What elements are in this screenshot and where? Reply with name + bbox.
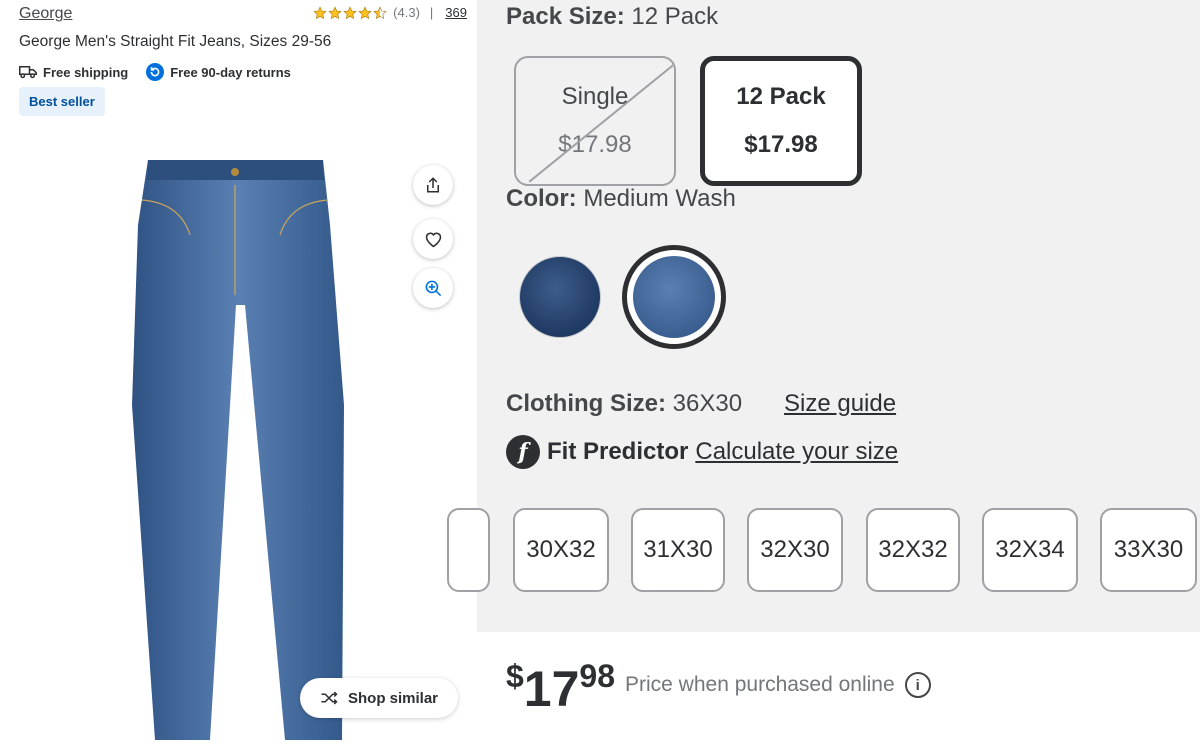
pack-size-heading: Pack Size: 12 Pack	[506, 3, 718, 31]
unavailable-strike	[528, 61, 674, 183]
benefit-label: Free shipping	[43, 64, 129, 80]
star-icon	[328, 5, 342, 19]
size-chip[interactable]: 33X30	[1100, 508, 1197, 592]
pack-size-label: Pack Size:	[506, 3, 625, 30]
returns-icon	[146, 63, 165, 81]
share-icon	[427, 177, 439, 193]
color-label: Color:	[506, 185, 577, 212]
clothing-size-heading: Clothing Size: 36X30	[506, 390, 742, 418]
heart-icon	[425, 232, 441, 247]
variant-selector-pane: Pack Size: 12 Pack Single $17.98 12 Pack…	[447, 0, 1200, 632]
color-value: Medium Wash	[583, 185, 736, 212]
size-chip[interactable]: 32X34	[982, 508, 1078, 592]
rating-separator: |	[429, 5, 434, 20]
size-chip[interactable]: 32X30	[747, 508, 843, 592]
fit-predictor-logo: f	[506, 435, 540, 469]
size-chip-label: 32X30	[760, 536, 830, 563]
benefits-row: Free shipping Free 90-day returns	[19, 63, 309, 81]
fit-predictor-title: Fit Predictor	[547, 438, 689, 465]
price-section: $ 17 98 Price when purchased online i	[477, 632, 1200, 744]
zoom-button[interactable]	[413, 268, 453, 308]
pack-option-price: $17.98	[744, 131, 818, 158]
size-chip[interactable]: 32X32	[866, 508, 960, 592]
clothing-size-label: Clothing Size:	[506, 390, 666, 417]
best-seller-badge: Best seller	[19, 87, 105, 116]
rating-stars	[313, 5, 387, 20]
product-page: George (4.3) | 369 George Men's Straight…	[0, 0, 1200, 744]
color-heading: Color: Medium Wash	[506, 185, 736, 213]
size-chip[interactable]: 31X30	[631, 508, 725, 592]
pack-size-value: 12 Pack	[631, 3, 719, 30]
pack-option-single[interactable]: Single $17.98	[514, 56, 676, 186]
pack-option-name: 12 Pack	[736, 83, 826, 110]
size-chip-label: 30X32	[526, 536, 596, 563]
benefit-free-returns: Free 90-day returns	[146, 63, 291, 81]
shop-similar-button[interactable]: Shop similar	[300, 678, 458, 718]
favorite-button[interactable]	[413, 219, 453, 259]
star-icon	[313, 5, 327, 19]
half-star-icon	[373, 5, 387, 19]
size-chip-label: 31X30	[643, 536, 713, 563]
brand-link[interactable]: George	[19, 5, 72, 23]
size-chip-label: 32X32	[878, 536, 948, 563]
price-note-text: Price when purchased online	[625, 673, 895, 696]
star-icon	[343, 5, 357, 19]
shuffle-icon	[321, 691, 338, 705]
size-chip[interactable]: 30X32	[513, 508, 609, 592]
price-currency: $	[506, 658, 524, 694]
shop-similar-label: Shop similar	[347, 689, 439, 707]
zoom-in-icon	[425, 280, 441, 296]
review-count-link[interactable]: 369	[445, 5, 467, 20]
truck-icon	[19, 66, 37, 79]
price: $ 17 98	[506, 654, 615, 714]
benefit-label: Free 90-day returns	[170, 64, 291, 80]
benefit-free-shipping: Free shipping	[19, 65, 128, 80]
size-chip-label: 32X34	[995, 536, 1065, 563]
clothing-size-value: 36X30	[672, 390, 743, 417]
size-chip-partial[interactable]	[447, 508, 490, 592]
rating: (4.3) | 369	[313, 5, 467, 20]
calculate-size-link[interactable]: Calculate your size	[695, 438, 898, 466]
product-title: George Men's Straight Fit Jeans, Sizes 2…	[19, 33, 332, 50]
price-note: Price when purchased online i	[625, 672, 931, 698]
size-guide-link[interactable]: Size guide	[784, 390, 896, 418]
fit-predictor: f Fit Predictor Calculate your size	[506, 435, 898, 469]
color-swatch-medium-wash[interactable]	[633, 256, 715, 338]
pack-option-12-pack[interactable]: 12 Pack $17.98	[700, 56, 862, 186]
star-icon	[358, 5, 372, 19]
price-cents: 98	[579, 658, 616, 694]
share-button[interactable]	[413, 165, 453, 205]
product-image[interactable]	[120, 155, 360, 740]
size-chip-label: 33X30	[1113, 536, 1184, 563]
info-icon[interactable]: i	[904, 672, 931, 698]
pack-option-price: $17.98	[558, 131, 632, 158]
price-dollars: 17	[523, 661, 580, 717]
color-swatch-dark-wash[interactable]	[519, 256, 601, 338]
rating-value: (4.3)	[393, 5, 420, 20]
product-media-pane: George (4.3) | 369 George Men's Straight…	[0, 0, 477, 744]
